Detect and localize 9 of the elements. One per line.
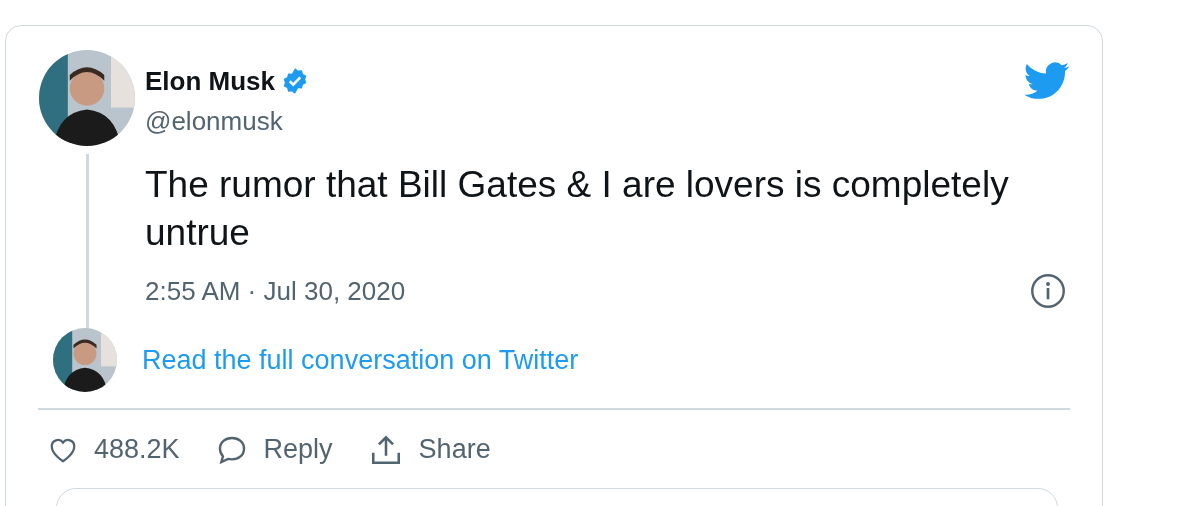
reply-button[interactable]: Reply — [215, 434, 333, 465]
bird-logo-icon[interactable] — [1024, 62, 1070, 100]
author-name: Elon Musk — [145, 65, 275, 97]
tweet-text: The rumor that Bill Gates & I are lovers is completely untrue — [145, 163, 1010, 255]
like-button[interactable]: 488.2K — [48, 434, 180, 465]
info-icon[interactable] — [1030, 273, 1066, 309]
tweet-timestamp[interactable]: 2:55 AM · Jul 30, 2020 — [145, 275, 406, 307]
share-button[interactable]: Share — [368, 433, 491, 466]
author-handle: @elonmusk — [145, 106, 284, 137]
